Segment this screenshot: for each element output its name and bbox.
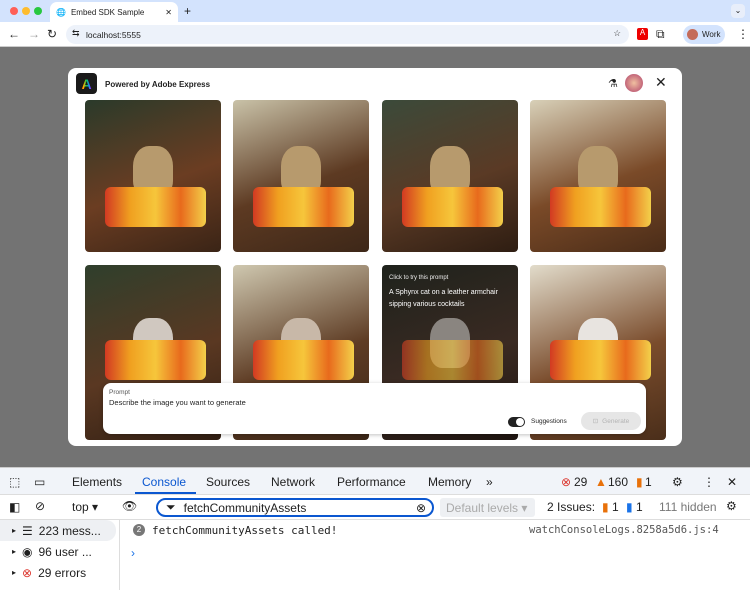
devtools-tabbar: ⬚ ▭ Elements Console Sources Network Per… [0,468,750,495]
forward-icon[interactable]: → [28,27,40,41]
tab-performance[interactable]: Performance [337,475,406,489]
flask-icon[interactable]: ⚗ [608,77,618,90]
avatar [687,29,698,40]
browser-tab[interactable]: 🌐 Embed SDK Sample ✕ [50,2,178,22]
console-prompt-input[interactable]: › [131,546,135,560]
maximize-window-button[interactable] [34,7,42,15]
sidebar-item-user-messages[interactable]: ▸ ◉ 96 user ... [0,541,116,562]
profile-button[interactable]: Work [683,25,725,44]
warning-icon: ▲ [595,475,607,489]
console-filter-input[interactable]: ⏷ fetchCommunityAssets ⊗ [156,498,434,517]
avatar[interactable] [625,74,643,92]
clear-console-icon[interactable]: ⊘ [35,499,45,513]
filter-icon: ⏷ [166,500,176,514]
extensions-icon[interactable]: ⧉ [656,27,665,42]
reload-icon[interactable]: ↻ [47,27,57,41]
adobe-express-modal: A Powered by Adobe Express ⚗ ✕ Click to … [68,68,682,446]
prompt-label: Prompt [109,389,130,396]
list-icon: ☰ [22,523,33,538]
sidebar-label: 96 user ... [38,544,92,559]
context-label: top [72,500,89,514]
tab-title: Embed SDK Sample [70,7,145,17]
issue-error-icon: ▮ [602,500,609,514]
live-expression-eye-icon[interactable]: 👁 [122,499,137,513]
inspect-element-icon[interactable]: ⬚ [9,475,20,489]
repeat-count-badge: 2 [133,524,145,536]
menu-icon[interactable]: ⋮ [737,27,749,41]
tab-memory[interactable]: Memory [428,475,471,489]
issues-error-count[interactable]: 1 [612,500,619,514]
close-devtools-icon[interactable]: ✕ [727,475,737,489]
sidebar-toggle-icon[interactable]: ◧ [9,500,20,514]
issues-label[interactable]: 2 Issues: [547,500,595,514]
tab-sources[interactable]: Sources [206,475,250,489]
filter-text: fetchCommunityAssets [183,500,307,515]
tab-elements[interactable]: Elements [72,475,122,489]
more-options-icon[interactable]: ⋮ [703,475,715,489]
close-icon[interactable]: ✕ [655,74,667,91]
url-text: localhost:5555 [86,29,141,40]
issue-count[interactable]: 1 [645,475,652,489]
more-tabs-icon[interactable]: » [486,475,493,489]
issue-info-icon: ▮ [626,500,633,514]
settings-icon[interactable]: ⚙ [672,475,683,489]
sample-prompt[interactable]: A Sphynx cat on a leather armchair sippi… [389,287,499,311]
close-tab-icon[interactable]: ✕ [165,8,172,17]
log-levels-dropdown[interactable]: Default levels ▾ [440,498,535,517]
device-toolbar-icon[interactable]: ▭ [34,475,45,489]
generate-label: Generate [602,417,630,425]
sidebar-item-errors[interactable]: ▸ ⊗ 29 errors [0,562,116,583]
suggestions-toggle[interactable] [508,417,525,427]
globe-icon: 🌐 [56,7,66,17]
address-bar: ← → ↻ ⇆ localhost:5555 ☆ A ⧉ Work ⋮ [0,22,750,47]
devtools-panel: ⬚ ▭ Elements Console Sources Network Per… [0,467,750,590]
site-settings-icon[interactable]: ⇆ [72,28,80,39]
warning-count[interactable]: 160 [608,475,628,489]
sidebar-label: 29 errors [38,565,87,580]
back-icon[interactable]: ← [8,27,20,41]
bookmark-star-icon[interactable]: ☆ [613,28,621,39]
error-count[interactable]: 29 [574,475,587,489]
tab-search-button[interactable]: ⌄ [731,4,745,18]
log-levels-label: Default levels [446,501,519,515]
clear-filter-icon[interactable]: ⊗ [416,501,426,515]
adobe-express-logo: A [76,73,97,94]
sidebar-label: 223 mess... [38,523,101,538]
suggestions-label: Suggestions [531,418,567,425]
generate-icon: ⊡ [592,418,599,425]
generate-button[interactable]: ⊡ Generate [581,412,641,430]
new-tab-button[interactable]: + [184,4,191,18]
generated-image[interactable] [382,100,518,252]
active-tab-indicator [135,492,196,494]
context-selector[interactable]: top ▾ [72,500,98,514]
url-field[interactable]: ⇆ localhost:5555 ☆ [66,25,629,44]
generated-image[interactable] [233,100,369,252]
console-toolbar: ◧ ⊘ top ▾ 👁 ⏷ fetchCommunityAssets ⊗ Def… [0,495,750,520]
close-window-button[interactable] [10,7,18,15]
log-message: fetchCommunityAssets called! [152,524,338,537]
tab-console[interactable]: Console [142,475,186,489]
prompt-box[interactable]: Prompt Describe the image you want to ge… [103,383,646,434]
hidden-count: 111 hidden [659,500,717,514]
log-source-link[interactable]: watchConsoleLogs.8258a5d6.js:4 [529,524,719,536]
issues-info-count[interactable]: 1 [636,500,643,514]
user-icon: ◉ [22,544,33,559]
minimize-window-button[interactable] [22,7,30,15]
tab-strip: 🌐 Embed SDK Sample ✕ + ⌄ [0,0,750,22]
profile-label: Work [702,30,721,39]
prompt-input[interactable]: Describe the image you want to generate [109,398,640,407]
console-settings-icon[interactable]: ⚙ [726,499,737,513]
error-icon: ⊗ [561,475,572,489]
prompt-hint: Click to try this prompt [389,275,449,281]
generated-image[interactable] [530,100,666,252]
console-sidebar: ▸ ☰ 223 mess... ▸ ◉ 96 user ... ▸ ⊗ 29 errors [0,520,120,590]
error-circle-icon: ⊗ [22,565,33,580]
generated-image[interactable] [85,100,221,252]
tab-network[interactable]: Network [271,475,315,489]
modal-header-title: Powered by Adobe Express [105,80,211,89]
issue-icon: ▮ [636,475,643,489]
sidebar-item-messages[interactable]: ▸ ☰ 223 mess... [0,520,116,541]
adobe-extension-icon[interactable]: A [637,28,648,40]
